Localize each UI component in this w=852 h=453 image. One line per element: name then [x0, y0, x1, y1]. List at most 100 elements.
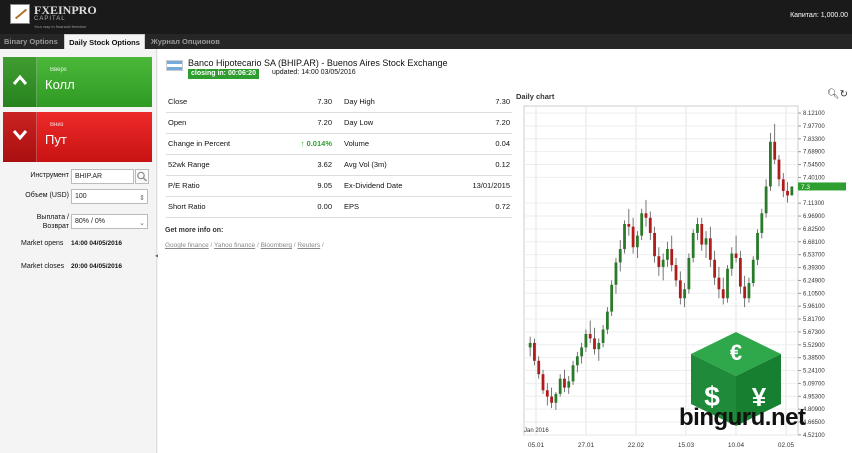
- candle-body: [691, 232, 695, 258]
- chevron-up-icon: [3, 57, 37, 107]
- x-sublabel: Jan 2016: [524, 428, 549, 434]
- candle-body: [648, 217, 652, 233]
- link-google-finance[interactable]: Google finance: [165, 242, 209, 249]
- candle-body: [588, 333, 592, 339]
- candle-body: [623, 224, 626, 250]
- candle-body: [631, 226, 635, 248]
- x-tick-label: 27.01: [578, 442, 595, 449]
- tab-bar: Binary Options Daily Stock Options Журна…: [0, 34, 852, 49]
- y-tick-label: 6.53700: [803, 253, 825, 259]
- candle-body: [541, 374, 545, 391]
- candle-body: [721, 289, 725, 299]
- candle-body: [738, 257, 742, 287]
- payout-label-line-2: Возврат: [42, 223, 69, 230]
- chevron-down-icon: [3, 112, 37, 162]
- y-tick-label: 5.96100: [803, 304, 825, 310]
- candle-body: [730, 253, 734, 269]
- link-yahoo-finance[interactable]: Yahoo finance: [214, 242, 255, 249]
- y-tick-label: 7.11300: [803, 201, 825, 207]
- stock-info-panel: Banco Hipotecario SA (BHIP.AR) - Buenos …: [158, 49, 516, 453]
- stat-value: 0.72: [495, 202, 510, 211]
- market-opens-row: Market opens 14:00 04/05/2016: [21, 240, 122, 247]
- candle-body: [610, 284, 614, 312]
- candle-body: [533, 342, 536, 361]
- y-tick-label: 7.83300: [803, 137, 825, 143]
- candle-body: [636, 235, 639, 248]
- candle-body: [683, 289, 686, 299]
- y-tick-label: 6.82500: [803, 227, 825, 233]
- candle-body: [704, 238, 708, 245]
- volume-label: Объем (USD): [25, 192, 69, 199]
- candle-body: [666, 249, 669, 260]
- market-closes-value: 20:00 04/05/2016: [71, 263, 122, 270]
- candle-body: [571, 365, 575, 382]
- y-tick-label: 5.38500: [803, 356, 825, 362]
- y-tick-label: 5.09700: [803, 381, 825, 387]
- payout-label-line-1: Выплата /: [36, 214, 69, 221]
- candle-body: [618, 249, 622, 263]
- candle-body: [567, 381, 571, 388]
- y-tick-label: 5.67300: [803, 330, 825, 336]
- x-tick-label: 05.01: [528, 442, 545, 449]
- candle-body: [644, 213, 648, 218]
- closing-countdown-badge: closing in: 00:06:20: [188, 69, 259, 79]
- tab-options-journal[interactable]: Журнал Опционов: [151, 34, 223, 49]
- link-bloomberg[interactable]: Bloomberg: [261, 242, 292, 249]
- volume-input[interactable]: 100 ⇕: [71, 189, 148, 204]
- table-row: 52wk Range 3.62 Avg Vol (3m) 0.12: [166, 155, 512, 176]
- chevron-down-icon: ⌄: [139, 220, 145, 227]
- candle-body: [575, 356, 579, 366]
- stat-value: 7.30: [317, 97, 332, 106]
- tab-binary-options[interactable]: Binary Options: [4, 34, 62, 49]
- link-reuters[interactable]: Reuters: [297, 242, 320, 249]
- instrument-row: Инструмент BHIP.AR: [0, 169, 157, 185]
- y-tick-label: 7.54500: [803, 163, 825, 169]
- call-label: Колл: [45, 77, 75, 92]
- more-info-heading: Get more info on:: [165, 227, 224, 234]
- candle-body: [678, 280, 682, 299]
- candle-body: [743, 286, 747, 299]
- candle-body: [756, 232, 759, 260]
- candle-body: [657, 256, 661, 267]
- tab-daily-stock-options[interactable]: Daily Stock Options: [64, 34, 145, 49]
- stat-label: EPS: [344, 202, 360, 211]
- candle-body: [614, 262, 618, 285]
- y-tick-label: 4.52100: [803, 433, 825, 439]
- search-icon[interactable]: [135, 169, 149, 184]
- table-row: Short Ratio 0.00 EPS 0.72: [166, 197, 512, 218]
- candle-body: [584, 333, 588, 348]
- candle-body: [734, 253, 738, 258]
- stock-title: Banco Hipotecario SA (BHIP.AR) - Buenos …: [188, 58, 448, 68]
- volume-value: 100: [75, 193, 87, 200]
- candle-body: [760, 213, 764, 233]
- candle-body: [708, 238, 712, 260]
- table-row: P/E Ratio 9.05 Ex-Dividend Date 13/01/20…: [166, 176, 512, 197]
- logo[interactable]: FXEINPRO CAPITAL Your way to financial f…: [10, 3, 140, 31]
- candle-body: [563, 378, 566, 388]
- payout-value: 80% / 0%: [75, 218, 105, 225]
- y-tick-label: 6.68100: [803, 240, 825, 246]
- stat-value: 7.30: [495, 97, 510, 106]
- stat-label: Day High: [344, 97, 375, 106]
- instrument-input[interactable]: BHIP.AR: [71, 169, 134, 184]
- candle-body: [554, 393, 558, 403]
- x-tick-label: 22.02: [628, 442, 645, 449]
- candle-body: [747, 283, 751, 299]
- logo-tagline: Your way to financial freedom: [34, 24, 87, 29]
- candle-body: [777, 159, 781, 180]
- stepper-icon[interactable]: ⇕: [139, 192, 145, 205]
- stat-value: 3.62: [317, 160, 332, 169]
- candle-body: [545, 390, 549, 397]
- put-sublabel: Вниз: [50, 122, 64, 128]
- call-button[interactable]: Вверх Колл: [3, 57, 152, 107]
- x-tick-label: 02.05: [778, 442, 795, 449]
- instrument-label: Инструмент: [30, 172, 69, 179]
- candle-body: [790, 186, 794, 196]
- candle-body: [537, 360, 541, 375]
- y-tick-label: 5.52900: [803, 343, 825, 349]
- table-row: Change in Percent ↑ 0.014% Volume 0.04: [166, 134, 512, 155]
- payout-select[interactable]: 80% / 0% ⌄: [71, 214, 148, 229]
- stat-label: Ex-Dividend Date: [344, 181, 403, 190]
- put-button[interactable]: Вниз Пут: [3, 112, 152, 162]
- market-closes-label: Market closes: [21, 263, 65, 270]
